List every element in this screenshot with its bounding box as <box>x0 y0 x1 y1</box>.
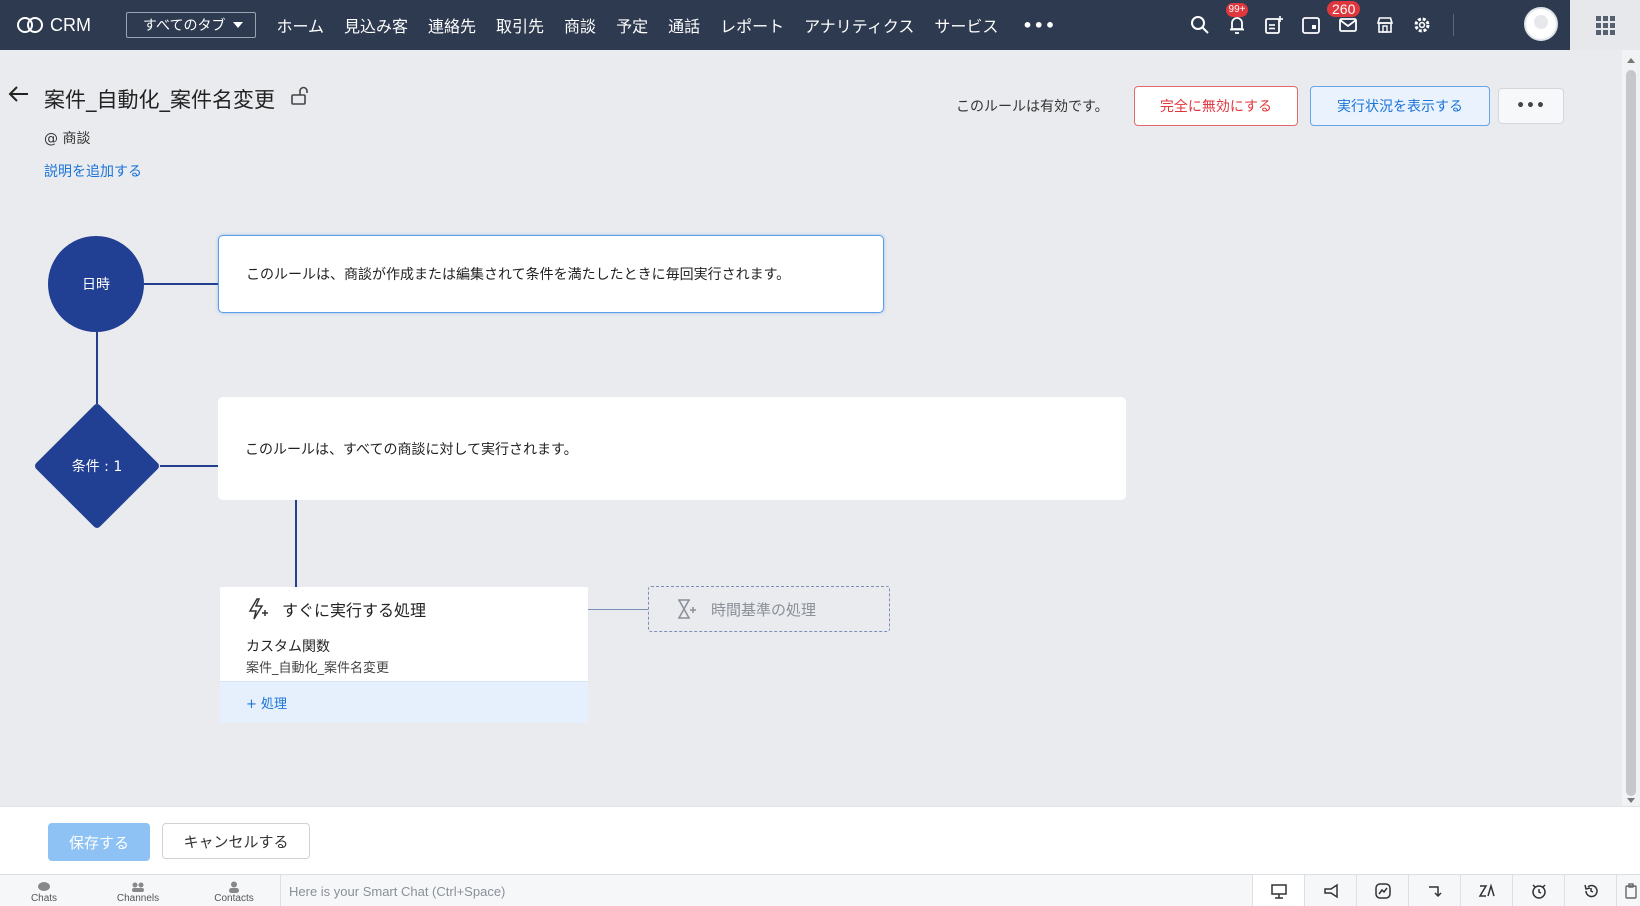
scheduled-action-label: 時間基準の処理 <box>711 600 817 619</box>
user-avatar[interactable] <box>1524 7 1558 41</box>
megaphone-icon <box>1323 883 1338 899</box>
connector-action-time <box>588 609 648 610</box>
condition-node-label: 条件 : 1 <box>71 459 123 475</box>
trigger-node-label: 日時 <box>82 277 110 293</box>
add-record-icon[interactable] <box>1263 14 1285 36</box>
add-action-button[interactable]: + 処理 <box>220 681 588 723</box>
footer-channels[interactable]: Channels <box>98 881 178 904</box>
disable-rule-button[interactable]: 完全に無効にする <box>1134 86 1298 126</box>
view-execution-status-button[interactable]: 実行状況を表示する <box>1310 86 1490 126</box>
scroll-down-arrow[interactable] <box>1627 798 1635 803</box>
footer-chats[interactable]: Chats <box>4 881 84 904</box>
module-tabs: ホーム 見込み客 連絡先 取引先 商談 予定 通話 レポート アナリティクス サ… <box>266 13 1008 37</box>
footer-chats-label: Chats <box>30 893 58 904</box>
save-bar: 保存する キャンセルする <box>0 806 1640 874</box>
screen-share-icon <box>1270 884 1287 899</box>
marketplace-icon[interactable] <box>1374 14 1396 36</box>
nav-analytics[interactable]: アナリティクス <box>794 13 924 37</box>
crm-logo[interactable]: CRM <box>16 15 108 36</box>
scheduled-action-box[interactable]: 時間基準の処理 <box>648 586 890 632</box>
more-options-button[interactable]: ••• <box>1498 88 1564 124</box>
back-arrow-icon[interactable] <box>8 84 30 104</box>
top-icon-group: 99+ 260 <box>1174 0 1454 50</box>
activity-chart-icon <box>1374 883 1391 899</box>
all-tabs-label: すべてのタブ <box>143 18 226 34</box>
footer-alarm[interactable] <box>1512 875 1564 906</box>
condition-card[interactable]: このルールは、すべての商談に対して実行されます。 <box>218 397 1126 500</box>
rule-title: 案件_自動化_案件名変更 <box>44 88 275 112</box>
footer-redirect[interactable] <box>1408 875 1460 906</box>
history-icon <box>1583 884 1598 898</box>
nav-deals[interactable]: 商談 <box>554 13 606 37</box>
custom-function-name[interactable]: 案件_自動化_案件名変更 <box>246 657 389 676</box>
footer-activity[interactable] <box>1356 875 1408 906</box>
grid-icon <box>1595 15 1615 35</box>
nav-home[interactable]: ホーム <box>266 13 334 37</box>
save-button[interactable]: 保存する <box>48 823 150 861</box>
connector-condition-h <box>160 465 218 467</box>
gear-icon[interactable] <box>1411 14 1433 36</box>
chat-footer: Chats Channels Contacts Here is your Sma… <box>0 874 1640 906</box>
footer-contacts[interactable]: Contacts <box>194 881 274 904</box>
lightning-icon <box>248 598 268 620</box>
hourglass-icon <box>678 599 696 619</box>
calendar-icon[interactable] <box>1300 14 1322 36</box>
footer-icon-group <box>1252 875 1640 906</box>
scroll-up-arrow[interactable] <box>1627 58 1635 63</box>
trigger-node[interactable]: 日時 <box>48 236 144 332</box>
trigger-description: このルールは、商談が作成または編集されて条件を満たしたときに毎回実行されます。 <box>246 267 791 283</box>
top-separator <box>1453 14 1454 36</box>
nav-services[interactable]: サービス <box>924 13 1008 37</box>
unlock-icon[interactable] <box>290 86 310 106</box>
all-tabs-dropdown[interactable]: すべてのタブ <box>126 12 257 38</box>
scrollbar-thumb[interactable] <box>1626 70 1636 796</box>
condition-description: このルールは、すべての商談に対して実行されます。 <box>245 441 578 458</box>
footer-announcement[interactable] <box>1304 875 1356 906</box>
redirect-arrow-icon <box>1428 886 1442 898</box>
footer-contacts-label: Contacts <box>214 893 254 904</box>
instant-action-title: すぐに実行する処理 <box>282 601 427 620</box>
nav-contacts[interactable]: 連絡先 <box>418 13 486 37</box>
nav-more-button[interactable]: ••• <box>1022 16 1056 35</box>
connector-condition-action <box>295 500 297 587</box>
apps-launcher[interactable] <box>1570 0 1640 50</box>
nav-events[interactable]: 予定 <box>606 13 658 37</box>
channels-icon <box>132 882 144 892</box>
add-description-link[interactable]: 説明を追加する <box>44 161 142 181</box>
cancel-button[interactable]: キャンセルする <box>162 823 310 859</box>
rule-status-text: このルールは有効です。 <box>956 99 1109 115</box>
chat-bubble-icon <box>38 882 50 891</box>
instant-action-header: すぐに実行する処理 <box>246 597 426 621</box>
nav-accounts[interactable]: 取引先 <box>486 13 554 37</box>
mail-badge: 260 <box>1327 1 1361 17</box>
footer-translate[interactable] <box>1460 875 1512 906</box>
footer-history[interactable] <box>1564 875 1616 906</box>
rule-module: @ 商談 <box>44 131 91 147</box>
contact-person-icon <box>229 881 239 893</box>
translate-icon <box>1478 883 1495 897</box>
connector-trigger-h <box>144 283 218 285</box>
nav-calls[interactable]: 通話 <box>658 13 710 37</box>
connector-trigger-condition <box>96 332 98 404</box>
nav-reports[interactable]: レポート <box>710 13 794 37</box>
trigger-card[interactable]: このルールは、商談が作成または編集されて条件を満たしたときに毎回実行されます。 <box>218 235 884 313</box>
footer-channels-label: Channels <box>116 893 160 904</box>
caret-down-icon <box>233 22 244 28</box>
smart-chat-input[interactable]: Here is your Smart Chat (Ctrl+Space) <box>280 875 1252 906</box>
footer-extra[interactable] <box>1616 875 1640 906</box>
footer-screen-share[interactable] <box>1252 875 1304 906</box>
instant-action-card[interactable]: すぐに実行する処理 カスタム関数 案件_自動化_案件名変更 + 処理 <box>220 587 588 723</box>
top-nav-bar: CRM すべてのタブ ホーム 見込み客 連絡先 取引先 商談 予定 通話 レポー… <box>0 0 1640 50</box>
mail-icon[interactable]: 260 <box>1327 1 1361 36</box>
notification-badge: 99+ <box>1225 3 1249 17</box>
app-name: CRM <box>50 14 91 35</box>
alarm-clock-icon <box>1531 884 1546 899</box>
bell-icon[interactable]: 99+ <box>1225 3 1249 36</box>
smart-chat-placeholder: Here is your Smart Chat (Ctrl+Space) <box>289 883 506 899</box>
custom-function-type: カスタム関数 <box>246 639 330 655</box>
search-icon[interactable] <box>1189 14 1211 36</box>
clipboard-icon <box>1624 883 1637 899</box>
crm-logo-icon <box>17 17 43 33</box>
nav-leads[interactable]: 見込み客 <box>334 13 418 37</box>
